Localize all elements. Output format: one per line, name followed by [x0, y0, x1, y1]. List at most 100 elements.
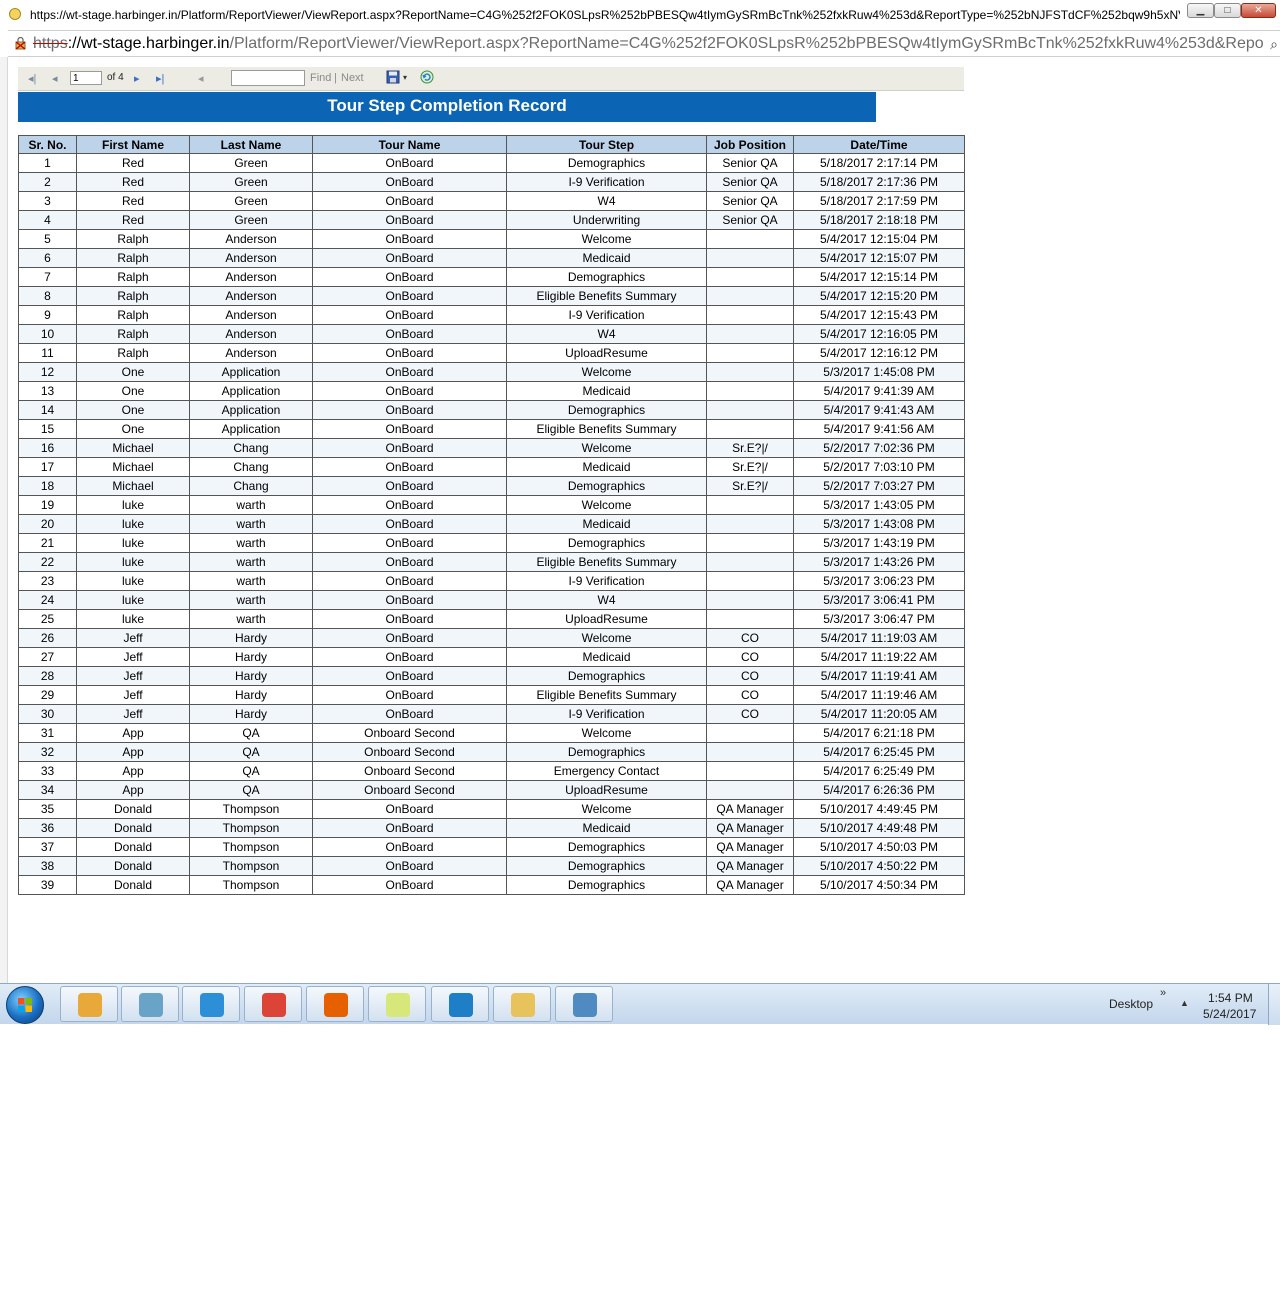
cell-first-name: App: [76, 723, 190, 743]
find-text-input[interactable]: [231, 70, 305, 86]
cell-first-name: Michael: [76, 476, 190, 496]
cell-first-name: Ralph: [76, 343, 190, 363]
table-row: 1 Red Green OnBoard Demographics Senior QA 5/1…: [18, 153, 965, 173]
cell-tour-step: Welcome: [506, 362, 707, 382]
certificate-error-icon: [15, 37, 26, 50]
start-button[interactable]: [6, 986, 44, 1024]
address-bar[interactable]: https://wt-stage.harbinger.in/Platform/R…: [8, 30, 1280, 57]
clock-date[interactable]: 5/24/2017: [1203, 1007, 1256, 1021]
previous-page-icon[interactable]: ◂: [52, 72, 58, 85]
cell-sr-no: 9: [18, 305, 77, 325]
url-text[interactable]: https://wt-stage.harbinger.in/Platform/R…: [33, 35, 1263, 53]
taskbar-button[interactable]: [244, 986, 302, 1022]
cell-date-time: 5/10/2017 4:49:48 PM: [793, 818, 965, 838]
taskbar-button[interactable]: [493, 986, 551, 1022]
cell-job-position: [706, 571, 794, 591]
show-desktop-button[interactable]: [1268, 984, 1280, 1025]
cell-first-name: Donald: [76, 856, 190, 876]
cell-tour-step: Eligible Benefits Summary: [506, 685, 707, 705]
clock-time[interactable]: 1:54 PM: [1208, 991, 1253, 1005]
taskbar-button[interactable]: [182, 986, 240, 1022]
cell-job-position: CO: [706, 647, 794, 667]
cell-first-name: luke: [76, 609, 190, 629]
cell-last-name: Hardy: [189, 685, 313, 705]
cell-job-position: [706, 495, 794, 515]
next-page-icon[interactable]: ▸: [134, 72, 140, 85]
cell-job-position: QA Manager: [706, 799, 794, 819]
cell-tour-name: OnBoard: [312, 704, 507, 724]
table-row: 28 Jeff Hardy OnBoard Demographics CO 5/4/2017…: [18, 666, 965, 686]
cell-date-time: 5/4/2017 12:16:12 PM: [793, 343, 965, 363]
cell-date-time: 5/3/2017 3:06:47 PM: [793, 609, 965, 629]
taskbar-button[interactable]: [431, 986, 489, 1022]
cell-job-position: [706, 723, 794, 743]
find-separator: |: [334, 72, 337, 84]
cell-tour-step: Demographics: [506, 267, 707, 287]
back-to-parent-icon[interactable]: ◂: [198, 72, 204, 85]
cell-tour-step: Medicaid: [506, 818, 707, 838]
cell-sr-no: 33: [18, 761, 77, 781]
table-row: 35 Donald Thompson OnBoard Welcome QA Manager…: [18, 799, 965, 819]
cell-tour-name: OnBoard: [312, 248, 507, 268]
cell-last-name: Thompson: [189, 837, 313, 857]
show-hidden-icons-icon[interactable]: ▲: [1180, 998, 1189, 1008]
find-link[interactable]: Find: [310, 72, 331, 84]
taskbar-button[interactable]: [306, 986, 364, 1022]
cell-last-name: warth: [189, 552, 313, 572]
cell-tour-step: Welcome: [506, 799, 707, 819]
cell-job-position: [706, 780, 794, 800]
page-number-input[interactable]: [70, 71, 102, 85]
cell-first-name: App: [76, 780, 190, 800]
desktop-toolbar-label[interactable]: Desktop: [1109, 997, 1153, 1011]
cell-tour-step: W4: [506, 191, 707, 211]
cell-sr-no: 38: [18, 856, 77, 876]
export-dropdown-icon[interactable]: ▾: [403, 73, 407, 82]
cell-first-name: Jeff: [76, 666, 190, 686]
search-icon[interactable]: ⌕: [1270, 36, 1278, 53]
cell-tour-name: OnBoard: [312, 438, 507, 458]
table-row: 22 luke warth OnBoard Eligible Benefits Summ…: [18, 552, 965, 572]
cell-first-name: Donald: [76, 799, 190, 819]
refresh-icon[interactable]: [420, 70, 434, 84]
cell-sr-no: 29: [18, 685, 77, 705]
maximize-button[interactable]: □: [1214, 3, 1241, 18]
cell-job-position: [706, 305, 794, 325]
cell-tour-step: Medicaid: [506, 514, 707, 534]
cell-date-time: 5/3/2017 1:43:05 PM: [793, 495, 965, 515]
cell-sr-no: 5: [18, 229, 77, 249]
last-page-icon[interactable]: ▸|: [156, 72, 164, 85]
cell-first-name: One: [76, 419, 190, 439]
cell-job-position: Sr.E?|/: [706, 457, 794, 477]
minimize-button[interactable]: ▁: [1187, 3, 1214, 18]
cell-sr-no: 15: [18, 419, 77, 439]
cell-tour-step: Medicaid: [506, 647, 707, 667]
cell-sr-no: 13: [18, 381, 77, 401]
cell-job-position: QA Manager: [706, 818, 794, 838]
cell-tour-name: OnBoard: [312, 343, 507, 363]
cell-job-position: CO: [706, 685, 794, 705]
cell-tour-step: W4: [506, 590, 707, 610]
taskbar-button[interactable]: [121, 986, 179, 1022]
cell-first-name: Donald: [76, 818, 190, 838]
cell-date-time: 5/4/2017 11:19:22 AM: [793, 647, 965, 667]
cell-tour-name: OnBoard: [312, 210, 507, 230]
table-row: 20 luke warth OnBoard Medicaid 5/3/2017 1:43:…: [18, 514, 965, 534]
taskbar-button[interactable]: [368, 986, 426, 1022]
close-button[interactable]: ✕: [1241, 3, 1276, 18]
export-save-icon[interactable]: [386, 70, 400, 84]
cell-first-name: App: [76, 742, 190, 762]
taskbar-button[interactable]: [555, 986, 613, 1022]
taskbar-button[interactable]: [60, 986, 118, 1022]
cell-sr-no: 30: [18, 704, 77, 724]
find-next-link[interactable]: Next: [341, 72, 364, 84]
cell-tour-name: Onboard Second: [312, 761, 507, 781]
cell-sr-no: 22: [18, 552, 77, 572]
cell-date-time: 5/4/2017 12:15:20 PM: [793, 286, 965, 306]
table-row: 27 Jeff Hardy OnBoard Medicaid CO 5/4/2017 11:…: [18, 647, 965, 667]
desktop-toolbar-chevron-icon[interactable]: »: [1160, 987, 1166, 999]
cell-last-name: Hardy: [189, 628, 313, 648]
cell-tour-step: Eligible Benefits Summary: [506, 419, 707, 439]
first-page-icon[interactable]: ◂|: [28, 72, 36, 85]
cell-last-name: Green: [189, 210, 313, 230]
cell-tour-step: Eligible Benefits Summary: [506, 552, 707, 572]
